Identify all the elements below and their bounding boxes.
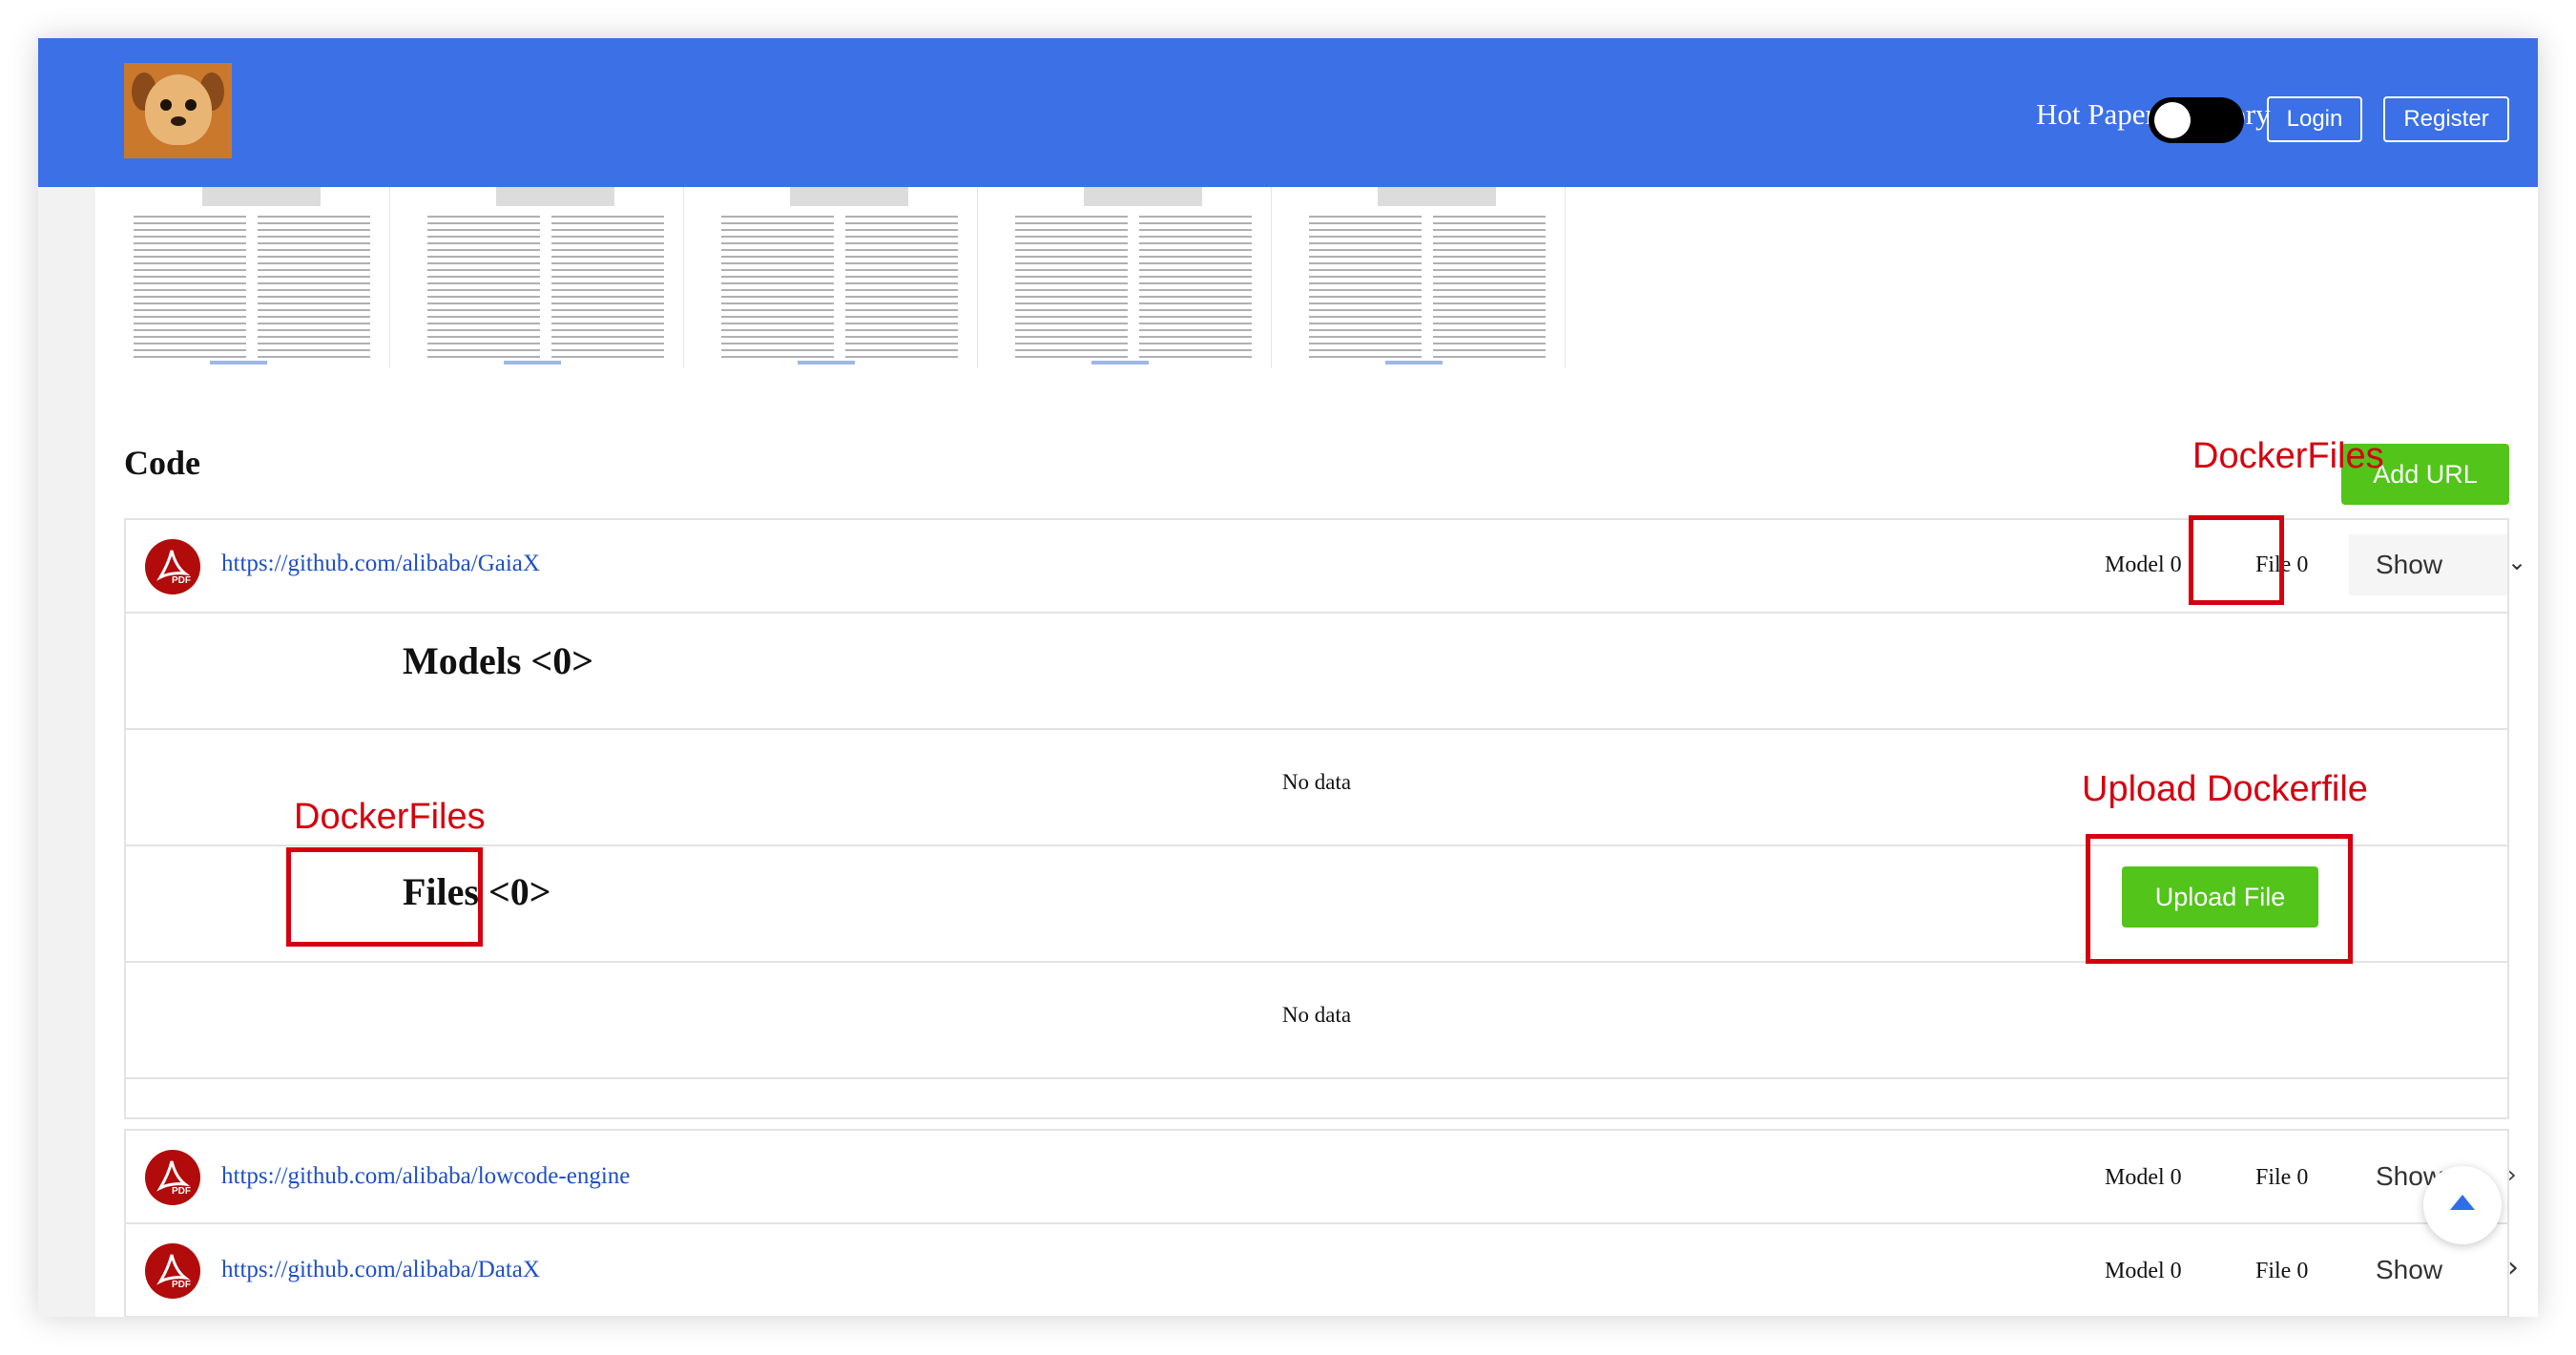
files-empty-text: No data [1281, 1003, 1352, 1027]
pdf-icon: PDF [145, 539, 200, 594]
file-count[interactable]: File 0 [2255, 1165, 2308, 1191]
file-count[interactable]: File 0 [2255, 1259, 2308, 1284]
repo-row-datax[interactable]: PDF https://github.com/alibaba/DataX Mod… [124, 1222, 2519, 1317]
annotation-dockerfiles-left: DockerFiles [294, 797, 486, 837]
code-section-title: Code [124, 444, 200, 482]
models-title: Models <0> [403, 639, 594, 682]
repo-link[interactable]: https://github.com/alibaba/lowcode-engin… [221, 1163, 630, 1190]
model-count: Model 0 [2105, 552, 2182, 577]
paper-thumbnail[interactable] [124, 187, 390, 368]
login-button[interactable]: Login [2267, 96, 2362, 142]
repo-row-lowcode-engine[interactable]: PDF https://github.com/alibaba/lowcode-e… [124, 1129, 2517, 1224]
show-label: Show [2376, 1255, 2443, 1284]
show-select[interactable]: Show [2349, 1240, 2507, 1301]
repo-link[interactable]: https://github.com/alibaba/GaiaX [221, 551, 540, 577]
model-count: Model 0 [2105, 1165, 2182, 1190]
annotation-upload-dockerfile: Upload Dockerfile [2082, 769, 2368, 809]
chevron-right-icon[interactable]: › [2507, 1251, 2519, 1284]
register-button[interactable]: Register [2383, 96, 2509, 142]
annotation-box-upload [2086, 834, 2353, 964]
model-count: Model 0 [2105, 1259, 2182, 1283]
paper-thumbnail[interactable] [1006, 187, 1272, 368]
annotation-box-file-count [2189, 515, 2284, 605]
theme-toggle[interactable] [2149, 97, 2244, 143]
nav-hot-papers[interactable]: Hot Papers [2036, 97, 2167, 132]
site-logo[interactable] [124, 63, 232, 158]
annotation-dockerfiles-top: DockerFiles [2192, 436, 2384, 476]
repo-link[interactable]: https://github.com/alibaba/DataX [221, 1257, 540, 1283]
pdf-icon: PDF [145, 1243, 200, 1299]
paper-page-thumbnails [124, 187, 1631, 372]
back-to-top-icon [2450, 1195, 2475, 1210]
paper-thumbnail[interactable] [1299, 187, 1566, 368]
paper-thumbnail[interactable] [418, 187, 684, 368]
top-navbar: Hot Papers Category Login Register [38, 38, 2538, 187]
chevron-right-icon[interactable]: › [2507, 1161, 2517, 1188]
left-gutter [38, 187, 95, 1317]
paper-thumbnail[interactable] [712, 187, 978, 368]
annotation-box-files-title [286, 847, 483, 947]
pdf-icon: PDF [145, 1150, 200, 1205]
back-to-top-button[interactable] [2423, 1166, 2502, 1244]
show-select[interactable]: Show [2349, 534, 2507, 595]
chevron-down-icon[interactable]: ⌄ [2507, 549, 2526, 575]
show-label: Show [2376, 550, 2443, 579]
browser-window: Hot Papers Category Login Register Code … [38, 38, 2538, 1317]
